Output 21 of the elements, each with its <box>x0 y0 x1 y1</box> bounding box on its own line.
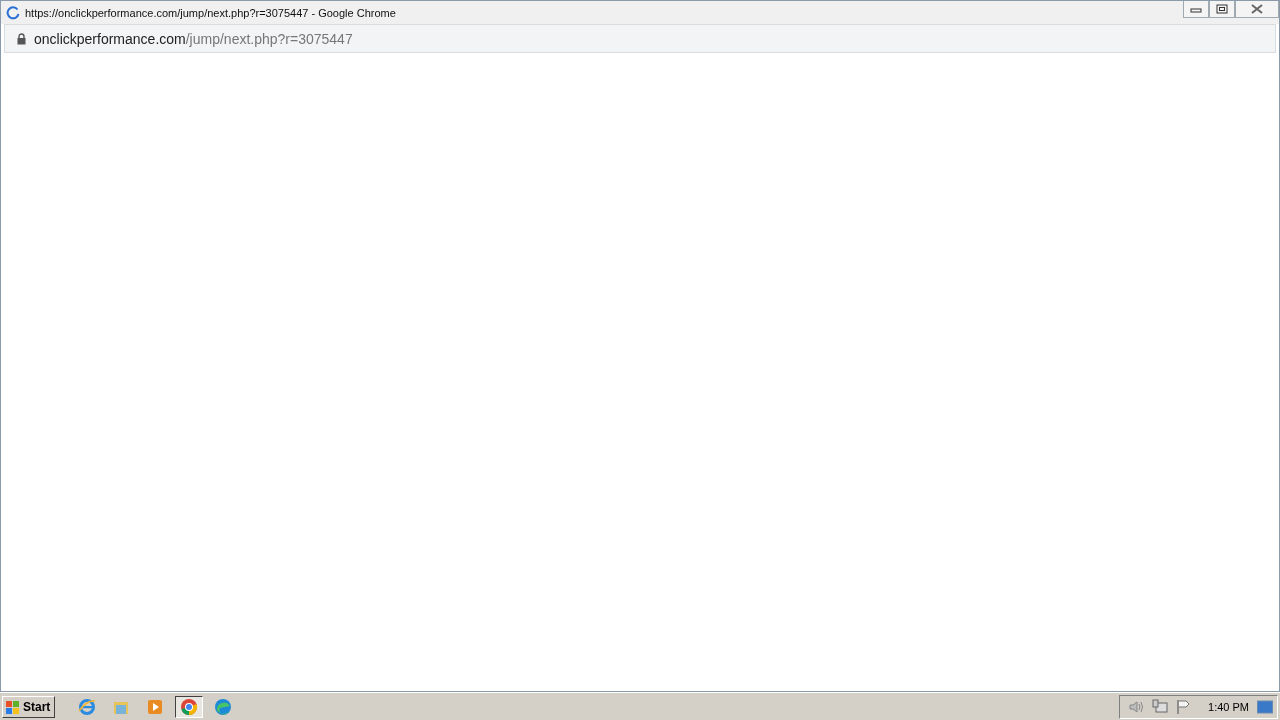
play-icon <box>146 697 165 716</box>
speaker-icon <box>1128 699 1145 714</box>
close-button[interactable] <box>1235 1 1279 18</box>
loading-icon <box>6 5 20 20</box>
network-icon <box>1152 698 1169 715</box>
window-title: https://onclickperformance.com/jump/next.php?r=3075447 - Google Chrome <box>25 6 396 19</box>
show-desktop-icon[interactable] <box>1257 699 1273 714</box>
close-icon <box>1251 4 1263 14</box>
windows-logo-icon <box>5 698 21 715</box>
maximize-icon <box>1216 4 1228 14</box>
minimize-icon <box>1190 5 1202 13</box>
maximize-button[interactable] <box>1209 1 1235 18</box>
edge-icon <box>214 697 233 716</box>
lock-icon <box>17 32 26 45</box>
url-text: onclickperformance.com/jump/next.php?r=3075447 <box>34 30 353 47</box>
taskbar-app[interactable] <box>175 695 204 718</box>
browser-e-icon <box>78 697 97 716</box>
address-field[interactable]: onclickperformance.com/jump/next.php?r=3075447 <box>4 24 1276 53</box>
clock-text: 1:40 PM <box>1208 700 1249 713</box>
chrome-icon <box>180 697 199 716</box>
start-button[interactable]: Start <box>2 695 56 718</box>
